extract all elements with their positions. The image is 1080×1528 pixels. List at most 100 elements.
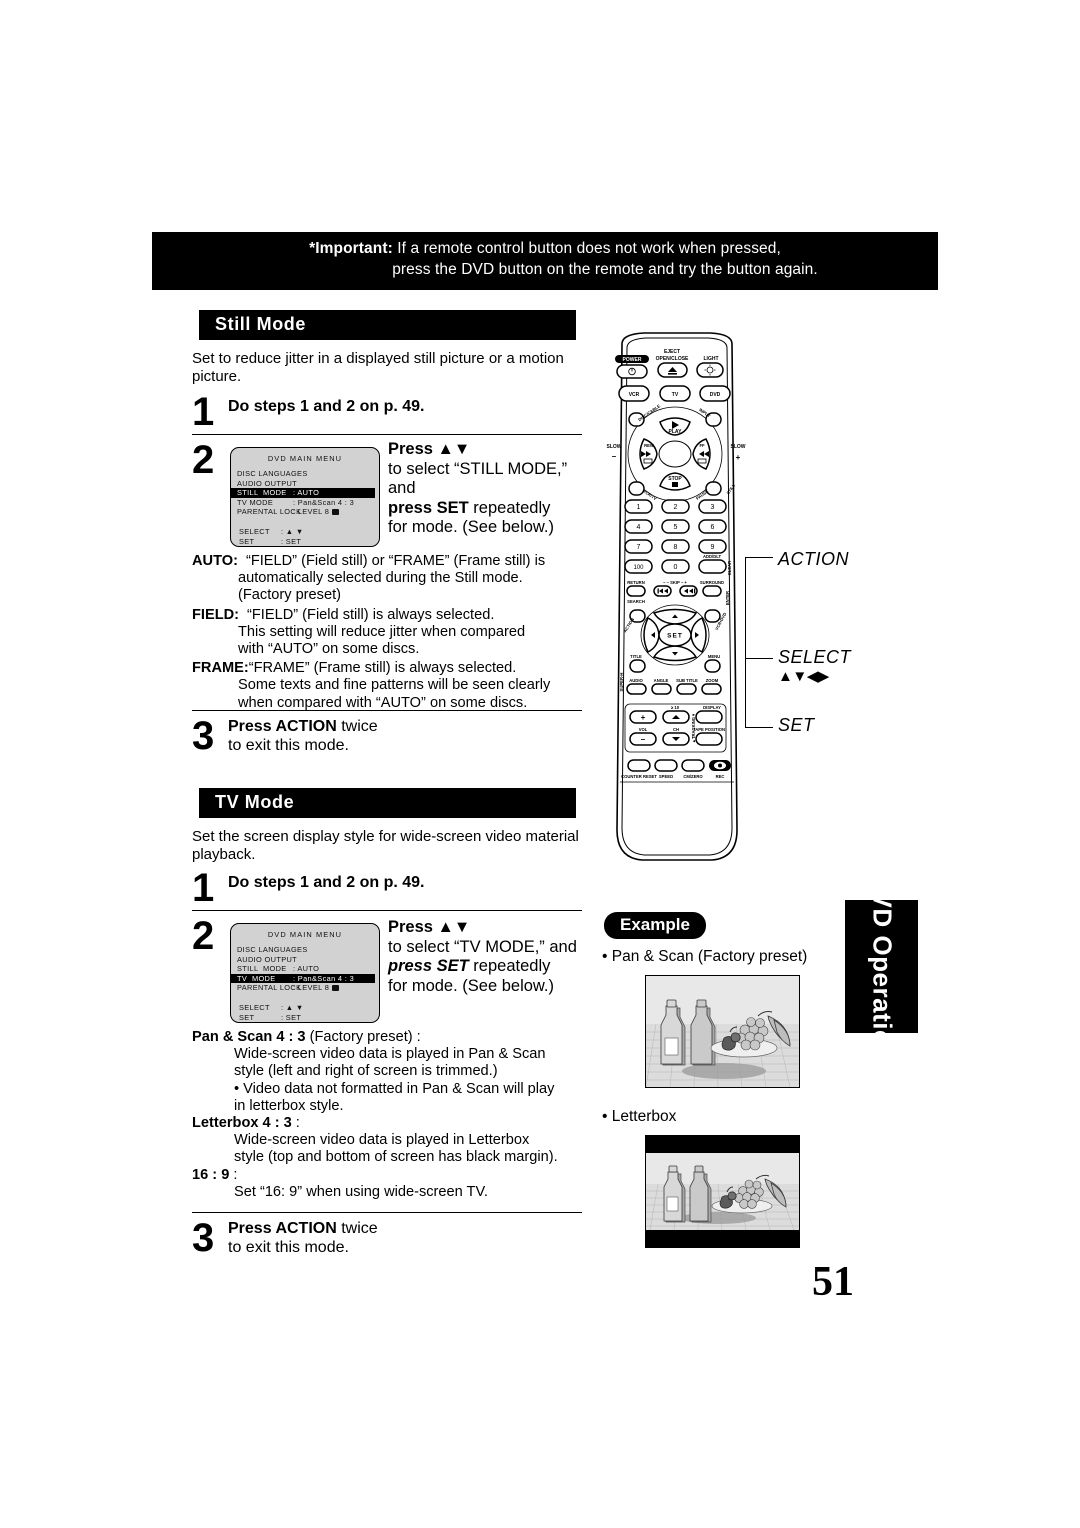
osd-footer-value: : SET xyxy=(281,536,302,546)
callout-select-arrows: ▲▼◀▶ xyxy=(778,668,829,685)
power-label: POWER xyxy=(623,357,642,363)
tv-step-3-rest: twice xyxy=(336,1220,378,1237)
important-line-1-text: If a remote control button does not work… xyxy=(392,240,781,257)
still-mode-intro: Set to reduce jitter in a displayed stil… xyxy=(192,350,564,385)
osd-row-label: DISC LANGUAGES xyxy=(237,945,308,955)
super-h-label: SUPER-H xyxy=(619,673,624,692)
osd-row-value: : AUTO xyxy=(293,488,320,498)
tv-press-line-1: Press ▲▼ xyxy=(388,918,471,936)
osd-tv-rows: DISC LANGUAGES AUDIO OUTPUT STILL MODE: … xyxy=(231,945,379,992)
still-option-field: FIELD: “FIELD” (Field still) is always se… xyxy=(192,607,584,659)
still-press-set-rest: repeatedly xyxy=(468,498,551,517)
slow-plus-sign: + xyxy=(736,453,741,462)
tape-position-label: TAPE POSITION xyxy=(693,727,725,732)
callout-set: SET xyxy=(778,715,815,735)
still-option-field-line-1: FIELD: “FIELD” (Field still) is always se… xyxy=(192,606,495,623)
skip-label: – – SKIP – + xyxy=(663,580,687,585)
still-step-2-instructions: Press ▲▼ to select “STILL MODE,” and pre… xyxy=(388,440,588,538)
angle-button xyxy=(651,683,672,695)
osd-tv-title: DVD MAIN MENU xyxy=(267,930,343,939)
tv-step-3-number: 3 xyxy=(192,1216,215,1260)
svg-text:1: 1 xyxy=(637,504,641,511)
tv-press-set-rest: repeatedly xyxy=(468,957,551,975)
osd-still-rows: DISC LANGUAGES AUDIO OUTPUT STILL MODE: … xyxy=(231,469,379,516)
tv-mode-intro: Set the screen display style for wide-sc… xyxy=(192,828,579,863)
tv-option-panscan-term: Pan & Scan 4 : 3 xyxy=(192,1029,306,1045)
osd-footer-key: SET xyxy=(239,1012,255,1022)
tv-step-3-line-1: Press ACTION twice xyxy=(228,1220,378,1238)
svg-text:+: + xyxy=(641,713,646,722)
example-image-letterbox xyxy=(645,1135,800,1248)
osd-footer-key: SET xyxy=(239,536,255,546)
tracking-label: ▲TRACKING▼ xyxy=(691,713,696,743)
eject-label-2: OPEN/CLOSE xyxy=(656,356,689,362)
callout-action: ACTION xyxy=(778,549,850,569)
still-option-frame: FRAME:“FRAME” (Frame still) is always se… xyxy=(192,660,584,712)
osd-footer-value: : ▲ ▼ xyxy=(281,1003,304,1013)
osd-still-title: DVD MAIN MENU xyxy=(267,454,343,463)
osd-row-value: : Pan&Scan 4 : 3 xyxy=(293,497,355,507)
angle-label: ANGLE xyxy=(654,678,669,683)
osd-row-label: STILL MODE xyxy=(237,488,287,498)
search-label: SEARCH xyxy=(627,599,645,604)
divider xyxy=(192,434,582,435)
still-step-2-number: 2 xyxy=(192,438,215,482)
divider xyxy=(192,910,582,911)
osd-row-value: : AUTO xyxy=(293,964,320,974)
osd-row-value: : LEVEL 8 xyxy=(293,506,330,516)
important-line-1: *Important: If a remote control button d… xyxy=(152,240,938,258)
rew-label: REW xyxy=(644,443,654,448)
osd-row: TV MODE: Pan&Scan 4 : 3 xyxy=(237,498,379,507)
play-label: PLAY xyxy=(669,429,683,435)
example-badge: Example xyxy=(604,912,706,939)
svg-text:2: 2 xyxy=(674,504,678,511)
osd-footer-row: SET: SET xyxy=(239,1013,379,1022)
add-dlt-button xyxy=(698,559,727,574)
important-line-2: press the DVD button on the remote and t… xyxy=(392,261,818,278)
still-step-3-number: 3 xyxy=(192,714,215,758)
menu-label: MENU xyxy=(708,654,720,659)
section-header-still-mode: Still Mode xyxy=(199,310,576,340)
callout-select: SELECT ▲▼◀▶ xyxy=(778,647,851,685)
osd-row-label: PARENTAL LOCK xyxy=(237,982,302,992)
still-step-3-line-2: to exit this mode. xyxy=(228,737,349,754)
tv-step-2-instructions: Press ▲▼ to select “TV MODE,” and press … xyxy=(388,918,588,996)
example-caption-letterbox: • Letterbox xyxy=(602,1108,677,1125)
tv-label: TV xyxy=(672,392,679,398)
letterbox-photo xyxy=(646,1136,799,1247)
osd-row: STILL MODE: AUTO xyxy=(237,964,379,973)
tv-option-panscan-heading: Pan & Scan 4 : 3 (Factory preset) : xyxy=(192,1029,421,1045)
set-leader-line xyxy=(745,727,773,728)
osd-row-label: AUDIO OUTPUT xyxy=(237,954,298,964)
tv-press-line-3: press SET repeatedly xyxy=(388,957,588,977)
letterbox-bar-top xyxy=(646,1136,799,1153)
surround-button xyxy=(702,585,722,597)
letterbox-bar-bottom xyxy=(646,1230,799,1247)
display-label: DISPLAY xyxy=(703,705,721,710)
still-option-frame-line-1: FRAME:“FRAME” (Frame still) is always se… xyxy=(192,660,517,677)
return-label: RETURN xyxy=(627,580,644,585)
menu-button xyxy=(704,659,721,673)
side-tab-text: DVD Operation xyxy=(866,871,897,1062)
osd-row-selected: TV MODE: Pan&Scan 4 : 3 xyxy=(231,973,375,983)
osd-footer-key: SELECT xyxy=(239,527,270,537)
action-leader-line xyxy=(745,557,773,558)
osd-row-selected: STILL MODE : AUTO xyxy=(231,488,375,498)
slow-minus-sign: – xyxy=(612,452,617,461)
tv-step-1-title: Do steps 1 and 2 on p. 49. xyxy=(228,874,425,891)
important-label: *Important: xyxy=(309,240,393,257)
vcr-tv-button xyxy=(628,481,645,496)
tv-press-line-2: to select “TV MODE,” and xyxy=(388,937,577,956)
slow-plus-label: SLOW xyxy=(731,444,746,450)
svg-text:0: 0 xyxy=(674,564,678,571)
osd-row: AUDIO OUTPUT xyxy=(237,955,379,964)
svg-text:8: 8 xyxy=(674,544,678,551)
svg-text:7: 7 xyxy=(637,544,641,551)
speed-label: SPEED xyxy=(659,774,673,779)
remote-control-svg: .bd{fill:#fff;stroke:#000;stroke-width:1… xyxy=(607,332,746,861)
tv-step-1-number: 1 xyxy=(192,866,215,910)
osd-footer-row: SET : SET xyxy=(239,537,379,546)
tv-option-letterbox: Letterbox 4 : 3 : Wide-screen video data… xyxy=(192,1115,584,1167)
vcr-label: VCR xyxy=(629,392,640,398)
osd-menu-still: DVD MAIN MENU DISC LANGUAGES AUDIO OUTPU… xyxy=(230,447,380,547)
